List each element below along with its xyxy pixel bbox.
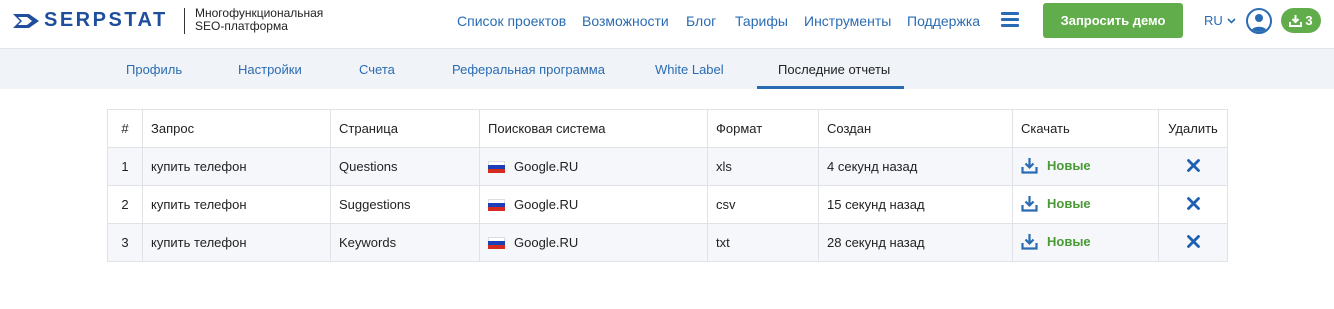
chevron-down-icon [1227, 17, 1236, 24]
row-page: Questions [330, 147, 480, 186]
row-query: купить телефон [142, 185, 331, 224]
close-icon[interactable] [1186, 234, 1200, 251]
logo-text: SERPSTAT [44, 9, 168, 31]
table-row: 2 купить телефон Suggestions Google.RU c… [107, 185, 1228, 224]
tab-settings[interactable]: Настройки [238, 62, 302, 77]
nav-blog[interactable]: Блог [686, 13, 716, 29]
russia-flag-icon [488, 160, 505, 173]
russia-flag-icon [488, 198, 505, 211]
row-search-engine: Google.RU [479, 147, 708, 186]
download-icon [1021, 195, 1038, 212]
reports-table: # Запрос Страница Поисковая система Форм… [107, 109, 1228, 262]
row-created: 28 секунд назад [818, 223, 1013, 262]
download-status-label: Новые [1047, 233, 1091, 249]
column-header-query: Запрос [142, 109, 331, 148]
row-download-cell: Новые [1012, 223, 1159, 262]
hamburger-icon[interactable] [1001, 12, 1019, 28]
column-header-created: Создан [818, 109, 1013, 148]
table-header-row: # Запрос Страница Поисковая система Форм… [107, 109, 1228, 148]
row-delete-cell [1158, 185, 1228, 224]
row-number: 3 [107, 223, 143, 262]
language-label: RU [1204, 13, 1223, 28]
account-tabs: Профиль Настройки Счета Реферальная прог… [0, 48, 1334, 89]
row-created: 15 секунд назад [818, 185, 1013, 224]
download-icon [1021, 233, 1038, 250]
table-row: 3 купить телефон Keywords Google.RU txt … [107, 223, 1228, 262]
top-header: SERPSTAT Многофункциональная SEO-платфор… [0, 0, 1334, 48]
user-icon[interactable] [1246, 8, 1272, 34]
row-delete-cell [1158, 147, 1228, 186]
table-row: 1 купить телефон Questions Google.RU xls… [107, 147, 1228, 186]
download-report-link[interactable]: Новые [1021, 195, 1091, 212]
russia-flag-icon [488, 236, 505, 249]
tab-invoices[interactable]: Счета [359, 62, 395, 77]
table-body: 1 купить телефон Questions Google.RU xls… [107, 147, 1228, 262]
logo-mark-icon [13, 13, 39, 28]
tab-recent-reports[interactable]: Последние отчеты [778, 62, 890, 77]
nav-support[interactable]: Поддержка [907, 13, 980, 29]
download-report-link[interactable]: Новые [1021, 157, 1091, 174]
row-format: xls [707, 147, 819, 186]
row-number: 1 [107, 147, 143, 186]
tagline: Многофункциональная SEO-платформа [195, 7, 323, 33]
nav-projects-list[interactable]: Список проектов [457, 13, 566, 29]
download-icon [1021, 157, 1038, 174]
serpstat-logo[interactable]: SERPSTAT [12, 9, 168, 32]
row-download-cell: Новые [1012, 185, 1159, 224]
download-icon [1289, 15, 1303, 27]
tagline-line-2: SEO-платформа [195, 19, 288, 33]
column-header-delete: Удалить [1158, 109, 1228, 148]
nav-features[interactable]: Возможности [582, 13, 669, 29]
column-header-search-engine: Поисковая система [479, 109, 708, 148]
search-engine-label: Google.RU [514, 235, 579, 250]
row-download-cell: Новые [1012, 147, 1159, 186]
active-tab-indicator [757, 86, 904, 89]
row-delete-cell [1158, 223, 1228, 262]
close-icon[interactable] [1186, 196, 1200, 213]
tab-referral-program[interactable]: Реферальная программа [452, 62, 605, 77]
row-search-engine: Google.RU [479, 223, 708, 262]
request-demo-button[interactable]: Запросить демо [1043, 3, 1183, 38]
row-page: Suggestions [330, 185, 480, 224]
tab-profile[interactable]: Профиль [126, 62, 182, 77]
row-page: Keywords [330, 223, 480, 262]
nav-tools[interactable]: Инструменты [804, 13, 891, 29]
row-number: 2 [107, 185, 143, 224]
column-header-number: # [107, 109, 143, 148]
downloads-badge[interactable]: 3 [1281, 8, 1321, 33]
logo-divider [184, 8, 185, 34]
download-status-label: Новые [1047, 157, 1091, 173]
row-query: купить телефон [142, 223, 331, 262]
row-search-engine: Google.RU [479, 185, 708, 224]
search-engine-label: Google.RU [514, 159, 579, 174]
row-format: txt [707, 223, 819, 262]
column-header-download: Скачать [1012, 109, 1159, 148]
downloads-count: 3 [1305, 13, 1313, 28]
close-icon[interactable] [1186, 158, 1200, 175]
download-status-label: Новые [1047, 195, 1091, 211]
download-report-link[interactable]: Новые [1021, 233, 1091, 250]
row-created: 4 секунд назад [818, 147, 1013, 186]
column-header-page: Страница [330, 109, 480, 148]
search-engine-label: Google.RU [514, 197, 579, 212]
tab-white-label[interactable]: White Label [655, 62, 724, 77]
nav-pricing[interactable]: Тарифы [735, 13, 788, 29]
language-selector[interactable]: RU [1204, 13, 1236, 28]
row-format: csv [707, 185, 819, 224]
row-query: купить телефон [142, 147, 331, 186]
column-header-format: Формат [707, 109, 819, 148]
